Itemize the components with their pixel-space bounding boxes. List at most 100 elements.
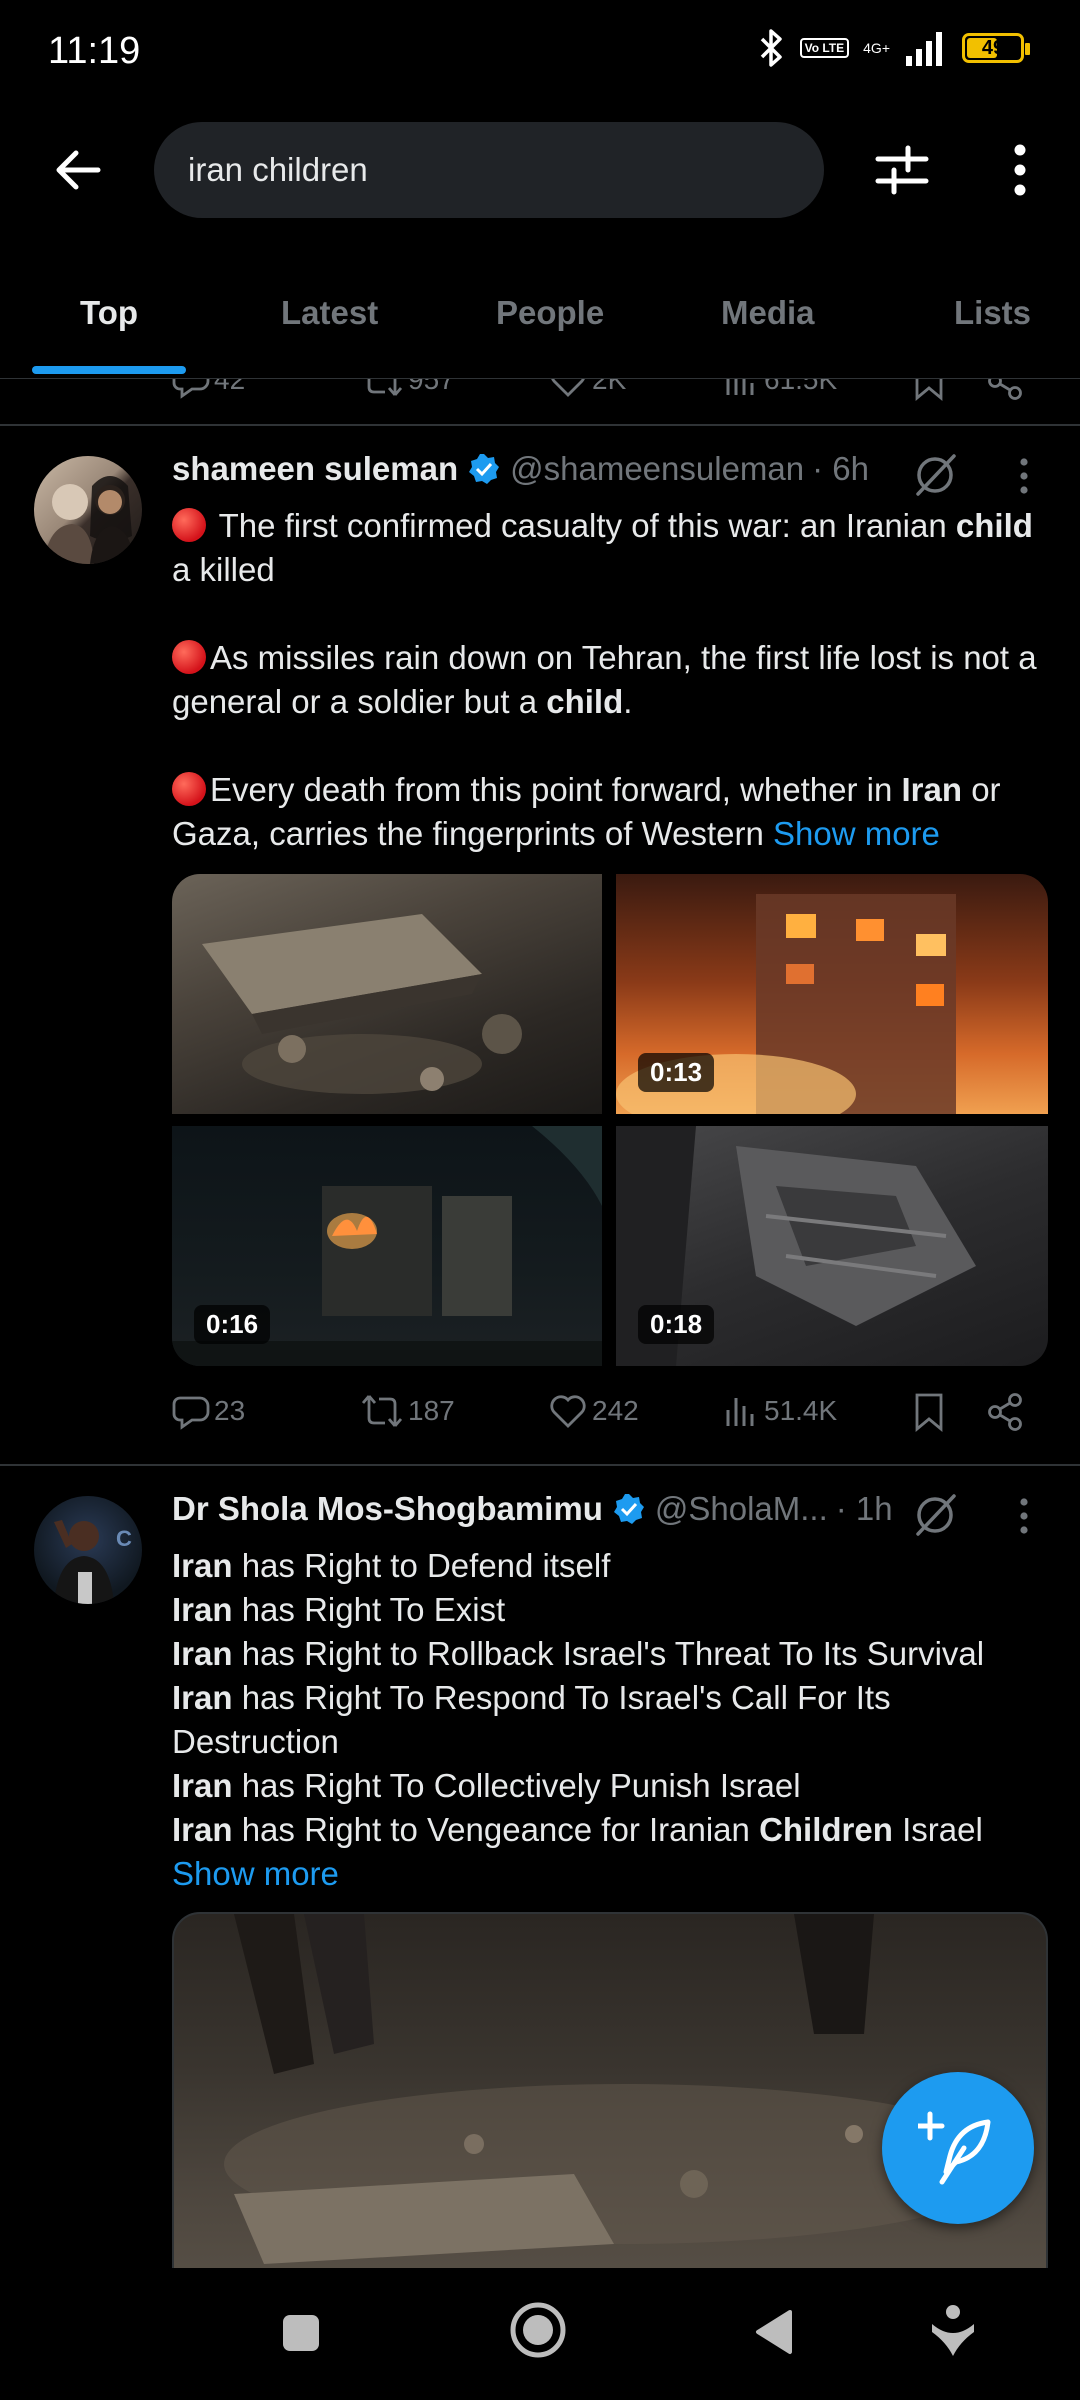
author-handle[interactable]: @SholaM... — [655, 1490, 828, 1528]
compose-feather-icon — [918, 2111, 991, 2185]
bluetooth-icon — [760, 29, 782, 67]
author-handle[interactable]: @shameensuleman — [510, 450, 804, 488]
show-more-link[interactable]: Show more — [773, 815, 940, 852]
reply-count: 23 — [214, 1395, 246, 1426]
battery-icon: 49 — [962, 33, 1030, 63]
search-header: iran children — [0, 110, 1080, 230]
grok-icon[interactable] — [910, 1490, 960, 1540]
views-icon — [726, 1398, 754, 1426]
tweet-paragraph: As missiles rain down on Tehran, the fir… — [172, 639, 1037, 720]
views-icon — [726, 379, 754, 395]
share-icon[interactable] — [986, 379, 1024, 401]
tweet-time: · 1h — [835, 1490, 893, 1527]
media-video-night-fire[interactable]: 0:16 — [172, 1126, 602, 1366]
media-image-debris[interactable] — [172, 874, 602, 1114]
status-time: 11:19 — [48, 30, 141, 72]
author-name[interactable]: Dr Shola Mos-Shogbamimu — [172, 1490, 603, 1528]
tweet-text: Iran has Right to Defend itself Iran has… — [172, 1544, 1052, 1896]
retweet-button[interactable]: 187 — [360, 1392, 455, 1430]
reply-icon — [172, 1396, 210, 1430]
system-nav-bar — [0, 2268, 1080, 2400]
status-bar: 11:19 Vo LTE 4G+ 49 — [0, 0, 1080, 110]
like-count: 2K — [592, 379, 627, 395]
bookmark-icon[interactable] — [912, 379, 946, 401]
retweet-icon — [367, 379, 403, 396]
signal-icon — [906, 32, 942, 66]
like-button[interactable]: 2K — [548, 379, 626, 399]
media-grid: 0:13 0:16 0:18 — [172, 874, 1048, 1366]
retweet-button[interactable]: 957 — [360, 379, 455, 399]
search-input[interactable]: iran children — [154, 122, 824, 218]
avatar[interactable] — [34, 456, 142, 564]
tweet-line: Iran has Right to Rollback Israel's Thre… — [172, 1635, 985, 1672]
tab-lists[interactable]: Lists — [954, 294, 1031, 332]
back-triangle-icon[interactable] — [752, 2308, 794, 2356]
tab-top[interactable]: Top — [80, 294, 138, 332]
home-icon[interactable] — [508, 2300, 568, 2360]
verified-badge-icon — [613, 1494, 644, 1524]
media-video-fire-building[interactable]: 0:13 — [616, 874, 1048, 1114]
tweet-text: The first confirmed casualty of this war… — [172, 504, 1052, 856]
media-video-collapsed-building[interactable]: 0:18 — [616, 1126, 1048, 1366]
tweet-paragraph: The first confirmed casualty of this war… — [172, 507, 1033, 588]
avatar-image: C — [54, 1520, 132, 1604]
filter-sliders-icon[interactable] — [874, 142, 930, 198]
more-options-icon[interactable] — [1000, 140, 1040, 200]
status-icons: Vo LTE 4G+ 49 — [756, 28, 1030, 68]
tweet-actions: 23 187 242 51.4K — [172, 1392, 1042, 1442]
show-more-link[interactable]: Show more — [172, 1855, 339, 1892]
verified-badge-icon — [469, 454, 500, 484]
search-tabs: Top Latest People Media Lists — [0, 258, 1080, 378]
red-circle-icon — [172, 640, 206, 674]
debris-photo — [202, 914, 522, 1094]
views-count: 61.5K — [764, 379, 838, 395]
recents-icon[interactable] — [280, 2312, 322, 2354]
tweet[interactable]: shameen suleman @shameensuleman · 6h The… — [0, 426, 1080, 1466]
retweet-icon — [361, 1395, 403, 1427]
like-button[interactable]: 242 — [548, 1392, 639, 1430]
author-name[interactable]: shameen suleman — [172, 450, 458, 488]
tab-people[interactable]: People — [496, 294, 604, 332]
tweet-header: Dr Shola Mos-Shogbamimu @SholaM... · 1h — [172, 1490, 893, 1528]
reply-count: 42 — [214, 379, 246, 395]
heart-icon — [550, 1395, 586, 1428]
grok-icon[interactable] — [910, 450, 960, 500]
tweet-header: shameen suleman @shameensuleman · 6h — [172, 450, 869, 488]
tweet-line: Iran has Right To Respond To Israel's Ca… — [172, 1679, 891, 1760]
retweet-count: 957 — [408, 379, 455, 395]
tab-latest[interactable]: Latest — [281, 294, 378, 332]
like-count: 242 — [592, 1395, 639, 1426]
reply-button[interactable]: 42 — [172, 379, 245, 399]
heart-icon — [551, 379, 585, 397]
avatar[interactable]: C — [34, 1496, 142, 1604]
views-button[interactable]: 61.5K — [724, 379, 837, 399]
video-duration: 0:13 — [638, 1053, 715, 1092]
reply-button[interactable]: 23 — [172, 1392, 245, 1430]
red-circle-icon — [172, 772, 206, 806]
retweet-count: 187 — [408, 1395, 455, 1426]
tweet-time: · 6h — [812, 450, 869, 487]
video-duration: 0:16 — [194, 1305, 271, 1344]
tab-media[interactable]: Media — [721, 294, 815, 332]
bookmark-icon[interactable] — [912, 1392, 946, 1432]
volte-icon: Vo LTE — [799, 38, 850, 58]
share-icon[interactable] — [986, 1392, 1024, 1432]
accessibility-icon[interactable] — [930, 2304, 976, 2356]
red-circle-icon — [172, 508, 206, 542]
search-query: iran children — [188, 151, 368, 188]
video-duration: 0:18 — [638, 1305, 715, 1344]
back-arrow-icon[interactable] — [48, 140, 108, 200]
views-count: 51.4K — [764, 1395, 838, 1426]
views-button[interactable]: 51.4K — [724, 1392, 837, 1430]
tweet-line: Iran has Right to Vengeance for Iranian … — [172, 1811, 983, 1848]
tweet-line: Iran has Right To Collectively Punish Is… — [172, 1767, 801, 1804]
active-tab-indicator — [32, 366, 186, 374]
tweet-more-icon[interactable] — [1016, 456, 1032, 496]
tweet-more-icon[interactable] — [1016, 1496, 1032, 1536]
network-type: 4G+ — [863, 40, 890, 56]
compose-post-button[interactable] — [882, 2072, 1034, 2224]
tweet-line: Iran has Right To Exist — [172, 1591, 506, 1628]
previous-tweet-actions: 42 957 2K 61.5K — [0, 379, 1080, 409]
tweet-paragraph: Every death from this point forward, whe… — [172, 771, 1001, 852]
tweet-line: Iran has Right to Defend itself — [172, 1547, 611, 1584]
